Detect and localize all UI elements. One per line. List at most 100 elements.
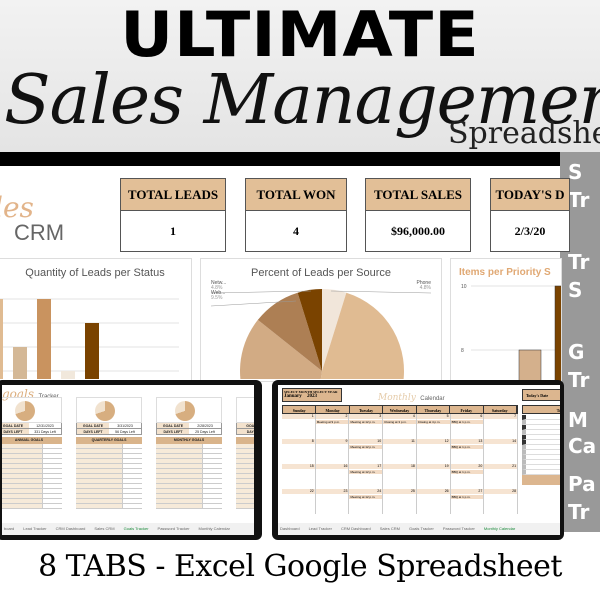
goal-checkbox[interactable] bbox=[122, 479, 142, 483]
goal-checkbox[interactable] bbox=[202, 449, 222, 453]
calendar-day[interactable]: 7 bbox=[484, 414, 519, 439]
goal-checkbox[interactable] bbox=[42, 469, 62, 473]
day-number: 19 bbox=[416, 464, 450, 469]
calendar-day[interactable]: 28 bbox=[484, 489, 519, 514]
day-number: 16 bbox=[315, 464, 349, 469]
calendar-day[interactable]: 13 BBQ at 1 p.m. bbox=[450, 439, 485, 464]
sheet-tab[interactable]: Lead Tracker bbox=[23, 526, 46, 531]
goal-card: GOAL DATE 12/31/2023 DAYS LEFT 331 Days Lef… bbox=[2, 397, 62, 509]
calendar-day[interactable]: 20 BBQ at 1 p.m. bbox=[450, 464, 485, 489]
calendar-day[interactable]: 22 bbox=[282, 489, 316, 514]
goal-checkbox[interactable] bbox=[122, 469, 142, 473]
goal-checkbox[interactable] bbox=[202, 444, 222, 448]
goal-item bbox=[236, 504, 254, 509]
calendar-event: Meeting at 12 p.m. bbox=[349, 445, 383, 449]
goals-header bbox=[522, 475, 560, 485]
goal-checkbox[interactable] bbox=[42, 504, 62, 508]
goal-checkbox[interactable] bbox=[202, 499, 222, 503]
goal-checkbox[interactable] bbox=[202, 489, 222, 493]
goal-checkbox[interactable] bbox=[122, 464, 142, 468]
goal-checkbox[interactable] bbox=[202, 459, 222, 463]
goal-checkbox[interactable] bbox=[42, 464, 62, 468]
sheet-tab[interactable]: Sales CRM bbox=[94, 526, 114, 531]
goal-checkbox[interactable] bbox=[202, 464, 222, 468]
goal-checkbox[interactable] bbox=[42, 474, 62, 478]
goal-checkbox[interactable] bbox=[122, 449, 142, 453]
y-tick-label: 10 bbox=[461, 284, 467, 290]
goal-checkbox[interactable] bbox=[42, 489, 62, 493]
calendar-day[interactable]: 16 bbox=[315, 464, 350, 489]
goal-checkbox[interactable] bbox=[202, 474, 222, 478]
calendar-day[interactable]: 24 Meeting at 12 p.m. bbox=[349, 489, 384, 514]
sheet-tab[interactable]: CRM Dashboard bbox=[341, 526, 371, 531]
calendar-day[interactable]: 14 bbox=[484, 439, 519, 464]
goal-checkbox[interactable] bbox=[122, 444, 142, 448]
month-year-selector[interactable]: SELECT MONTH SELECT YEAR January 2023 bbox=[282, 388, 342, 402]
goal-text bbox=[236, 449, 254, 453]
goal-row-label: GOAL DATE bbox=[77, 423, 109, 428]
calendar-day[interactable]: 11 bbox=[383, 439, 417, 464]
sheet-tab[interactable]: Password Tracker bbox=[158, 526, 190, 531]
goal-checkbox[interactable] bbox=[202, 484, 222, 488]
goal-checkbox[interactable] bbox=[122, 459, 142, 463]
goal-checkbox[interactable] bbox=[202, 494, 222, 498]
goal-checkbox[interactable] bbox=[122, 494, 142, 498]
calendar-day[interactable]: 3 Meeting at 12 p.m. bbox=[349, 414, 384, 439]
label-web-pct: 9.5% bbox=[211, 295, 223, 301]
goal-checkbox[interactable] bbox=[122, 474, 142, 478]
goal-checkbox[interactable] bbox=[122, 454, 142, 458]
sheet-tab[interactable]: board bbox=[4, 526, 14, 531]
day-number: 3 bbox=[349, 414, 383, 419]
sheet-tab[interactable]: Lead Tracker bbox=[309, 526, 332, 531]
calendar-day[interactable]: 25 bbox=[383, 489, 417, 514]
calendar-day[interactable]: 17 Meeting at 12 p.m. bbox=[349, 464, 384, 489]
calendar-day[interactable]: 10 Meeting at 12 p.m. bbox=[349, 439, 384, 464]
goal-checkbox[interactable] bbox=[202, 469, 222, 473]
calendar-day[interactable]: 21 bbox=[484, 464, 519, 489]
calendar-day[interactable]: 15 bbox=[282, 464, 316, 489]
goal-checkbox[interactable] bbox=[202, 504, 222, 508]
calendar-day[interactable]: 9 bbox=[315, 439, 350, 464]
goal-card: GOAL DATE 3/31/2023 DAYS LEFT 56 Days Left Q… bbox=[76, 397, 142, 509]
goal-checkbox[interactable] bbox=[202, 479, 222, 483]
calendar-day[interactable]: 19 bbox=[416, 464, 451, 489]
goal-checkbox[interactable] bbox=[42, 484, 62, 488]
sheet-tab[interactable]: Monthly Calendar bbox=[199, 526, 230, 531]
calendar-day[interactable]: 26 bbox=[416, 489, 451, 514]
goal-checkbox[interactable] bbox=[42, 494, 62, 498]
sheet-tab[interactable]: Password Tracker bbox=[443, 526, 475, 531]
goal-checkbox[interactable] bbox=[42, 459, 62, 463]
calendar-day[interactable]: 5 Closing at 4 p.m. bbox=[416, 414, 451, 439]
sheet-tab[interactable]: CRM Dashboard bbox=[56, 526, 86, 531]
sheet-tab[interactable]: Dashboard bbox=[280, 526, 300, 531]
goal-checkbox[interactable] bbox=[122, 484, 142, 488]
weekday-label: Wednesday bbox=[383, 406, 417, 413]
calendar-day[interactable]: 23 bbox=[315, 489, 350, 514]
goal-item bbox=[2, 504, 62, 509]
sheet-tab[interactable]: Monthly Calendar bbox=[484, 526, 515, 531]
goal-checkbox[interactable] bbox=[122, 489, 142, 493]
calendar-day[interactable]: 6 BBQ at 1 p.m. bbox=[450, 414, 485, 439]
calendar-day[interactable]: 27 BBQ at 1 p.m. bbox=[450, 489, 485, 514]
goal-text bbox=[76, 479, 123, 483]
goal-checkbox[interactable] bbox=[42, 449, 62, 453]
calendar-day[interactable]: 18 bbox=[383, 464, 417, 489]
calendar-day[interactable]: 8 bbox=[282, 439, 316, 464]
goal-checkbox[interactable] bbox=[202, 454, 222, 458]
sheet-tab[interactable]: Goals Tracker bbox=[409, 526, 434, 531]
calendar-day[interactable]: 1 bbox=[282, 414, 316, 439]
sheet-tab[interactable]: Goals Tracker bbox=[124, 526, 149, 531]
goal-checkbox[interactable] bbox=[122, 504, 142, 508]
goal-checkbox[interactable] bbox=[122, 499, 142, 503]
calendar-day[interactable]: 12 bbox=[416, 439, 451, 464]
goal-checkbox[interactable] bbox=[42, 499, 62, 503]
goal-checkbox[interactable] bbox=[42, 454, 62, 458]
sheet-tab[interactable]: Sales CRM bbox=[380, 526, 400, 531]
goal-checkbox[interactable] bbox=[42, 444, 62, 448]
calendar-day[interactable]: 2 Meeting at 9 p.m. bbox=[315, 414, 350, 439]
goal-text bbox=[76, 459, 123, 463]
kpi-label: TOTAL WON bbox=[246, 179, 346, 211]
day-number: 9 bbox=[315, 439, 349, 444]
goal-checkbox[interactable] bbox=[42, 479, 62, 483]
calendar-day[interactable]: 4 Closing at 3 p.m. bbox=[383, 414, 417, 439]
